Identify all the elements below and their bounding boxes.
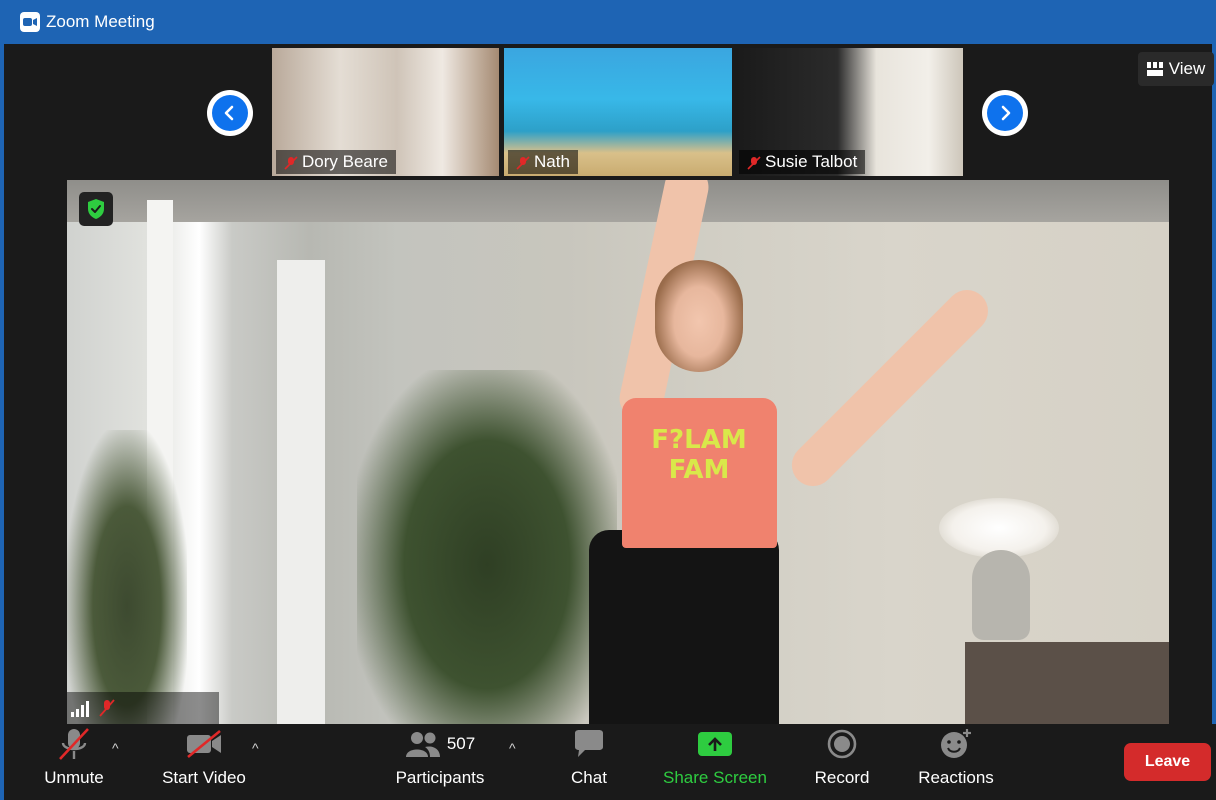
previous-page-button[interactable]: [207, 90, 253, 136]
audio-options-caret[interactable]: ^: [112, 740, 119, 756]
participants-options-caret[interactable]: ^: [509, 740, 516, 756]
reactions-button[interactable]: Reactions: [911, 724, 1001, 796]
grid-icon: [1146, 62, 1163, 76]
chevron-right-icon: [987, 95, 1023, 131]
chat-icon: [573, 726, 605, 762]
view-button[interactable]: View: [1138, 52, 1214, 86]
unmute-label: Unmute: [44, 768, 104, 787]
participant-thumbnail[interactable]: Susie Talbot: [735, 48, 963, 176]
title-bar: Zoom Meeting: [4, 0, 1216, 44]
window-title: Zoom Meeting: [46, 12, 155, 31]
video-flowers: [939, 498, 1059, 558]
video-cabinet: [965, 642, 1169, 724]
shirt-print: F?LAM FAM: [645, 425, 753, 497]
start-video-button[interactable]: Start Video: [154, 724, 254, 796]
shield-check-icon: [88, 199, 104, 219]
participants-label: Participants: [395, 768, 485, 787]
participant-name: Nath: [534, 152, 570, 171]
share-screen-icon: [697, 726, 733, 762]
record-icon: [826, 726, 858, 762]
zoom-app-icon: [20, 12, 40, 32]
mic-muted-icon: [747, 156, 761, 170]
speaker-status-bar: [67, 692, 219, 724]
mic-muted-icon: [99, 699, 115, 717]
participants-button[interactable]: 507 Participants: [390, 724, 490, 796]
encryption-badge[interactable]: [79, 192, 113, 226]
shirt-print-line: F?LAM: [651, 425, 747, 455]
share-screen-button[interactable]: Share Screen: [659, 724, 771, 796]
participant-name-tag: Dory Beare: [276, 150, 396, 174]
mic-muted-icon: [56, 726, 92, 762]
participant-name-tag: Nath: [508, 150, 578, 174]
reactions-label: Reactions: [918, 768, 994, 787]
next-page-button[interactable]: [982, 90, 1028, 136]
chat-button[interactable]: Chat: [559, 724, 619, 796]
view-button-label: View: [1168, 59, 1206, 78]
shirt-print-line: FAM: [668, 455, 730, 485]
leave-meeting-button[interactable]: Leave: [1124, 743, 1211, 781]
participant-thumbnail[interactable]: Nath: [504, 48, 732, 176]
reactions-icon: [939, 726, 973, 762]
participant-name: Dory Beare: [302, 152, 388, 171]
video-vase: [972, 550, 1030, 640]
record-label: Record: [814, 768, 870, 787]
zoom-window: Zoom Meeting Dory Beare Nath Susie Talbo…: [0, 0, 1216, 800]
participant-thumbnail[interactable]: Dory Beare: [272, 48, 499, 176]
video-options-caret[interactable]: ^: [252, 740, 259, 756]
video-door-frame: [277, 260, 325, 724]
mic-muted-icon: [516, 156, 530, 170]
signal-strength-icon: [71, 701, 89, 717]
meeting-toolbar: Unmute ^ Start Video ^ 507 Participants …: [4, 724, 1216, 800]
active-speaker-video[interactable]: F?LAM FAM: [67, 180, 1169, 724]
chevron-left-icon: [212, 95, 248, 131]
video-off-icon: [185, 726, 223, 762]
start-video-label: Start Video: [162, 768, 246, 787]
participants-icon: [405, 732, 440, 757]
chat-label: Chat: [571, 768, 607, 787]
video-person-arm: [783, 281, 997, 495]
participant-name-tag: Susie Talbot: [739, 150, 866, 174]
video-person-head: [655, 260, 743, 372]
participants-icon-area: 507: [405, 726, 475, 762]
video-plant: [67, 430, 187, 724]
video-ceiling: [67, 180, 1169, 222]
mic-muted-icon: [284, 156, 298, 170]
participant-name: Susie Talbot: [765, 152, 858, 171]
record-button[interactable]: Record: [807, 724, 877, 796]
video-person-skirt: [589, 530, 779, 724]
participants-count: 507: [446, 734, 476, 753]
unmute-button[interactable]: Unmute: [34, 724, 114, 796]
video-plant: [357, 370, 617, 724]
share-screen-label: Share Screen: [663, 768, 767, 787]
